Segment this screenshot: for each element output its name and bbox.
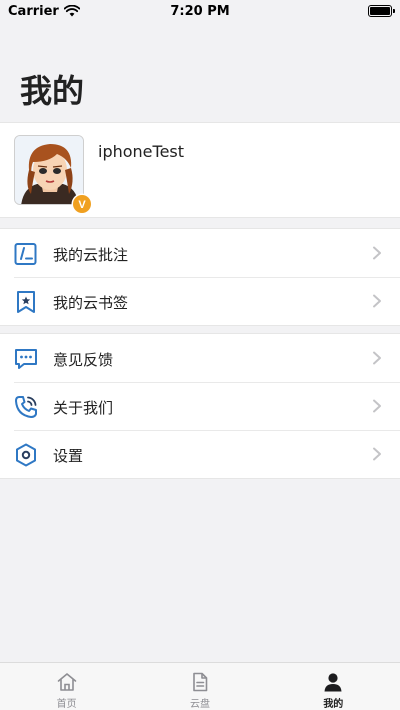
chevron-right-icon [373, 351, 381, 365]
bookmark-icon [17, 291, 35, 313]
tab-bar: 首页 云盘 我的 [0, 662, 400, 710]
annotation-icon [14, 243, 37, 265]
phone-icon [15, 396, 37, 418]
settings-icon [16, 443, 36, 467]
home-icon [57, 673, 76, 691]
chevron-right-icon [373, 399, 381, 413]
menu-group-cloud: 我的云批注 我的云书签 [0, 228, 400, 326]
tab-label: 首页 [56, 699, 77, 710]
profile-card[interactable]: V [0, 122, 400, 218]
status-left: Carrier [8, 4, 80, 19]
chevron-right-icon [373, 294, 381, 308]
chevron-right-icon [373, 246, 381, 260]
page-title: 我的 [20, 72, 85, 110]
menu-item-feedback[interactable]: 意见反馈 [0, 334, 400, 382]
menu-label: 我的云批注 [53, 246, 129, 264]
menu-item-about-us[interactable]: 关于我们 [0, 382, 400, 430]
battery-icon [368, 5, 395, 17]
tab-label: 云盘 [189, 699, 210, 710]
username: iphoneTest [98, 142, 185, 161]
tab-mine[interactable]: 我的 [267, 663, 400, 710]
menu-item-cloud-bookmarks[interactable]: 我的云书签 [0, 277, 400, 325]
menu-label: 关于我们 [53, 399, 114, 417]
tab-cloud-disk[interactable]: 云盘 [133, 663, 266, 710]
wifi-icon [63, 5, 80, 17]
tab-label: 我的 [323, 699, 344, 710]
tab-home[interactable]: 首页 [0, 663, 133, 710]
menu-item-settings[interactable]: 设置 [0, 430, 400, 478]
vip-badge-letter: V [78, 199, 86, 211]
document-icon [193, 672, 208, 692]
chevron-right-icon [373, 447, 381, 461]
menu-label: 我的云书签 [53, 294, 129, 312]
feedback-icon [15, 349, 37, 369]
vip-badge-icon: V [71, 193, 93, 215]
menu-group-app: 意见反馈 关于我们 设置 [0, 333, 400, 479]
carrier-label: Carrier [8, 3, 59, 19]
status-bar: Carrier 7:20 PM [0, 0, 400, 22]
person-icon [324, 673, 342, 692]
menu-label: 意见反馈 [53, 351, 114, 369]
menu-label: 设置 [53, 447, 84, 465]
menu-item-cloud-annotations[interactable]: 我的云批注 [0, 229, 400, 277]
